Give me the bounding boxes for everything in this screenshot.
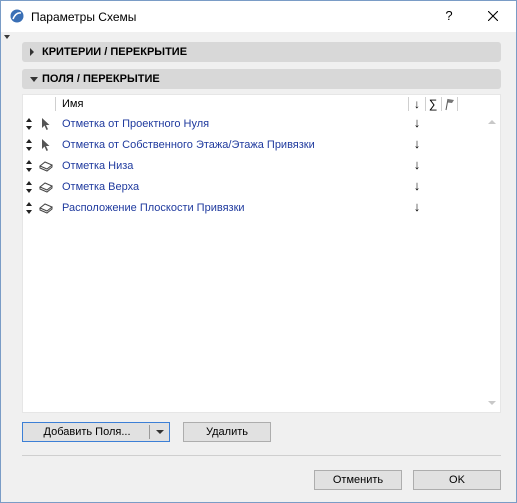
cancel-button[interactable]: Отменить <box>314 470 402 490</box>
sort-indicator[interactable]: ↓ <box>410 199 424 214</box>
field-name: Отметка Низа <box>62 160 134 172</box>
slab-icon <box>39 203 53 214</box>
drag-handle-icon[interactable] <box>25 117 33 131</box>
ok-button[interactable]: OK <box>413 470 501 490</box>
field-name: Отметка от Собственного Этажа/Этажа Прив… <box>62 139 315 151</box>
sort-indicator[interactable]: ↓ <box>410 136 424 151</box>
list-item[interactable]: Отметка от Собственного Этажа/Этажа Прив… <box>23 135 483 155</box>
list-item[interactable]: Расположение Плоскости Привязки ↓ <box>23 198 483 218</box>
window-title: Параметры Схемы <box>31 10 137 24</box>
scroll-down-icon[interactable] <box>488 401 496 405</box>
field-name: Отметка Верха <box>62 181 140 193</box>
slab-icon <box>39 182 53 193</box>
pointer-icon <box>42 118 50 130</box>
column-divider <box>55 97 56 111</box>
sort-indicator[interactable]: ↓ <box>410 115 424 130</box>
drag-handle-icon[interactable] <box>25 180 33 194</box>
sum-icon[interactable]: ∑ <box>426 97 440 111</box>
add-fields-button[interactable]: Добавить Поля... <box>22 422 170 442</box>
collapse-indicator-icon[interactable] <box>4 35 10 39</box>
field-name: Расположение Плоскости Привязки <box>62 202 245 214</box>
field-name: Отметка от Проектного Нуля <box>62 118 210 130</box>
schedule-settings-dialog: Параметры Схемы ? КРИТЕРИИ / ПЕРЕКРЫТИЕ … <box>0 0 517 503</box>
column-divider <box>408 97 409 111</box>
sort-arrow-icon[interactable]: ↓ <box>410 97 424 111</box>
section-fields-header[interactable]: ПОЛЯ / ПЕРЕКРЫТИЕ <box>22 69 501 89</box>
archicad-icon <box>10 9 24 23</box>
section-criteria-header[interactable]: КРИТЕРИИ / ПЕРЕКРЫТИЕ <box>22 42 501 62</box>
collapse-arrow-icon <box>30 77 38 82</box>
expand-arrow-icon <box>30 48 34 56</box>
drag-handle-icon[interactable] <box>25 159 33 173</box>
help-button[interactable]: ? <box>437 5 461 27</box>
list-item[interactable]: Отметка от Проектного Нуля ↓ <box>23 114 483 134</box>
drag-handle-icon[interactable] <box>25 201 33 215</box>
sort-indicator[interactable]: ↓ <box>410 178 424 193</box>
close-button[interactable] <box>481 5 505 27</box>
divider <box>22 455 501 456</box>
column-divider <box>441 97 442 111</box>
close-icon <box>487 10 499 22</box>
drag-handle-icon[interactable] <box>25 138 33 152</box>
sort-indicator[interactable]: ↓ <box>410 157 424 172</box>
add-fields-label: Добавить Поля... <box>43 426 131 438</box>
flag-icon[interactable] <box>443 97 457 111</box>
section-criteria-label: КРИТЕРИИ / ПЕРЕКРЫТИЕ <box>42 46 188 58</box>
list-header: Имя ↓ ∑ <box>23 95 500 113</box>
scroll-up-icon[interactable] <box>488 120 496 124</box>
column-header-name[interactable]: Имя <box>62 98 83 110</box>
delete-button[interactable]: Удалить <box>183 422 271 442</box>
title-bar: Параметры Схемы ? <box>1 1 516 32</box>
list-item[interactable]: Отметка Низа ↓ <box>23 156 483 176</box>
pointer-icon <box>42 139 50 151</box>
fields-list: Имя ↓ ∑ Отметка от Проектного Нуля ↓ Отм… <box>22 94 501 413</box>
column-divider <box>457 97 458 111</box>
section-fields-label: ПОЛЯ / ПЕРЕКРЫТИЕ <box>42 73 160 85</box>
chevron-down-icon[interactable] <box>156 430 164 434</box>
split-divider <box>149 425 150 439</box>
slab-icon <box>39 161 53 172</box>
list-item[interactable]: Отметка Верха ↓ <box>23 177 483 197</box>
